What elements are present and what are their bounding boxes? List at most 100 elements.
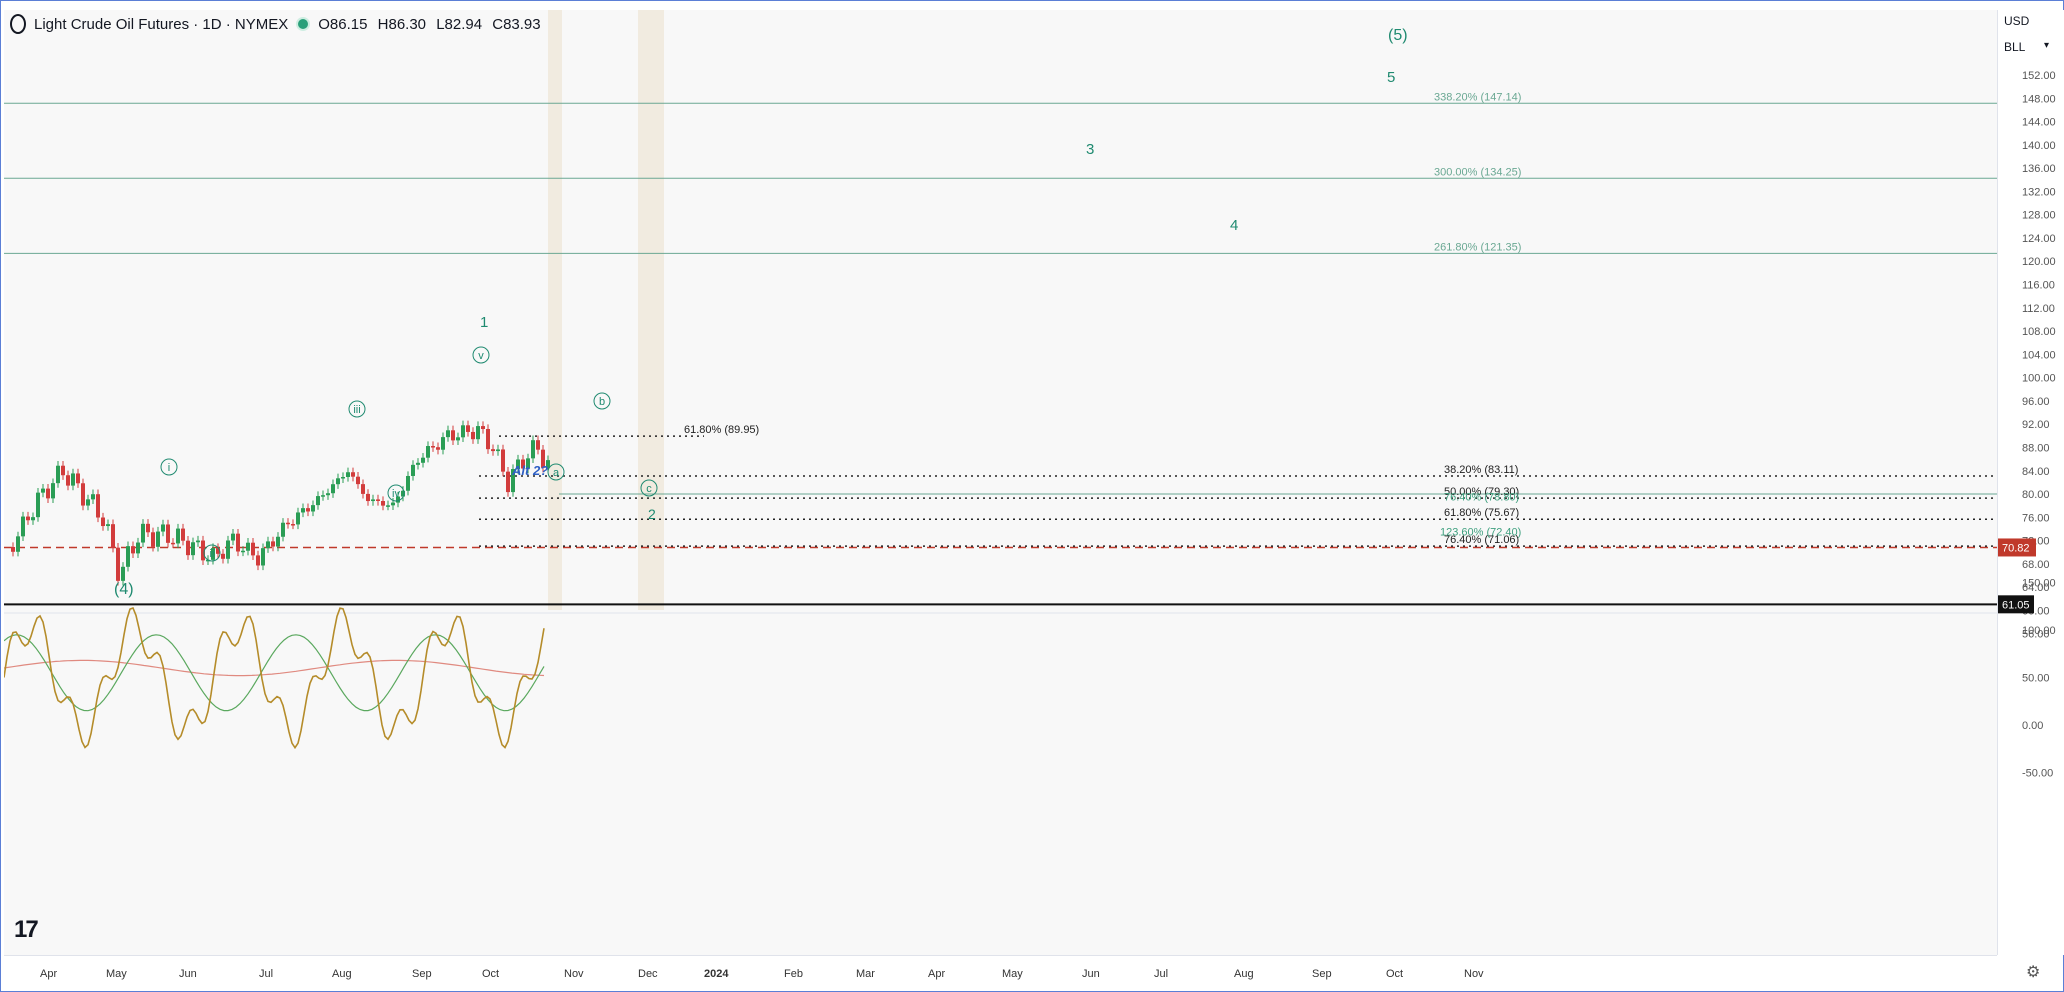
candle-body (146, 523, 150, 533)
price-chart-pane[interactable]: 338.20% (147.14) 300.00% (134.25) 261.80% … (3, 10, 1997, 955)
price-tick-label: 112.00 (2022, 303, 2055, 315)
candle-body (486, 429, 490, 450)
market-status-icon (296, 17, 311, 31)
oscillator-tick-label: 150.00 (2022, 578, 2056, 590)
price-tick-label: 96.00 (2022, 396, 2050, 408)
candle-body (436, 447, 440, 450)
price-tick-label: 116.00 (2022, 280, 2055, 292)
candle-body (141, 523, 145, 543)
ohlc-values: O86.15 H86.30 L82.94 C83.93 (318, 16, 546, 33)
candle-body (351, 472, 355, 477)
settings-gear-icon[interactable]: ⚙ (2026, 962, 2040, 982)
wave-label-wave_4: 4 (1230, 217, 1238, 234)
candle-body (346, 472, 350, 478)
price-tick-label: 92.00 (2022, 419, 2050, 431)
oscillator-tick-label: 0.00 (2022, 720, 2043, 732)
currency-label[interactable]: USD (2004, 14, 2029, 28)
candle-body (26, 516, 30, 521)
price-tick-label: 76.00 (2022, 512, 2050, 524)
candle-body (106, 524, 110, 527)
time-tick-label: Apr (928, 968, 945, 980)
time-tick-label: Sep (1312, 968, 1332, 980)
candle-body (491, 449, 495, 452)
candle-body (251, 542, 255, 556)
symbol-title[interactable]: Light Crude Oil Futures · 1D · NYMEX (34, 16, 288, 33)
time-axis[interactable]: Apr May Jun Jul Aug Sep Oct Nov Dec 2024 Feb Mar Apr… (4, 955, 1997, 986)
candle-body (421, 457, 425, 463)
candle-body (151, 532, 155, 547)
candle-body (331, 484, 335, 494)
candle-body (16, 536, 20, 552)
fib-label: 61.80% (89.95) (684, 424, 759, 436)
time-tick-label: 2024 (704, 968, 729, 980)
candle-body (381, 501, 385, 506)
time-tick-label: Jun (1082, 968, 1100, 980)
oscillator-signal-line (3, 659, 545, 677)
wave-label-wave_2: 2 (648, 506, 656, 522)
candle-body (71, 473, 75, 486)
candle-body (241, 550, 245, 553)
time-tick-label: Oct (1386, 968, 1403, 980)
candle-body (536, 440, 540, 450)
candle-body (81, 483, 85, 506)
price-tick-label: 144.00 (2022, 117, 2056, 129)
candle-body (46, 488, 50, 499)
candle-body (271, 541, 275, 547)
unit-label[interactable]: BLL (2004, 40, 2025, 54)
candlestick-series (11, 420, 550, 586)
candle-body (41, 488, 45, 493)
candle-body (441, 437, 445, 450)
candle-body (121, 566, 125, 581)
wave-label-sub_a: a (553, 467, 560, 479)
candle-body (426, 446, 430, 458)
candle-body (116, 547, 120, 581)
chevron-down-icon[interactable]: ▾ (2044, 40, 2049, 51)
time-tick-label: May (106, 968, 127, 980)
candle-body (506, 471, 510, 493)
high-value: H86.30 (377, 15, 427, 33)
candle-body (196, 540, 200, 543)
time-tick-label: Nov (1464, 968, 1484, 980)
candle-body (456, 437, 460, 441)
candle-body (101, 517, 105, 527)
time-tick-label: Aug (1234, 968, 1254, 980)
candle-body (451, 430, 455, 441)
candle-body (356, 476, 360, 485)
time-tick-label: Dec (638, 968, 658, 980)
price-tick-label: 152.00 (2022, 70, 2056, 82)
price-tick-label: 104.00 (2022, 349, 2056, 361)
candle-body (91, 494, 95, 500)
price-tick-label: 132.00 (2022, 186, 2056, 198)
candle-body (236, 533, 240, 552)
candle-body (156, 531, 160, 547)
candle-body (126, 546, 130, 567)
tradingview-logo-icon[interactable]: 17 (14, 916, 39, 944)
current-price-tag-label: 70.82 (2002, 542, 2030, 554)
candle-body (176, 528, 180, 544)
candle-body (471, 431, 475, 440)
candle-body (166, 524, 170, 543)
time-zone-shade (548, 10, 562, 610)
candle-body (326, 493, 330, 496)
time-tick-label: Sep (412, 968, 432, 980)
candle-body (286, 522, 290, 525)
candle-body (131, 546, 135, 554)
wave-label-minor_iii: iii (353, 404, 360, 416)
wave-label-wave_1: 1 (480, 314, 488, 331)
candle-body (361, 484, 365, 494)
candle-body (31, 517, 35, 521)
candle-body (431, 446, 435, 448)
candle-body (191, 542, 195, 556)
candle-body (301, 508, 305, 513)
price-chart-svg[interactable]: 338.20% (147.14)300.00% (134.25)261.80% … (3, 10, 1997, 955)
symbol-legend[interactable]: Light Crude Oil Futures · 1D · NYMEX O86… (10, 14, 547, 34)
fib-label: 76.40% (78.80) (1444, 492, 1519, 504)
price-tick-label: 128.00 (2022, 210, 2056, 222)
candle-body (311, 505, 315, 512)
candle-body (161, 524, 165, 532)
candle-body (306, 508, 310, 512)
fib-label: 300.00% (134.25) (1434, 166, 1521, 178)
time-tick-label: Nov (564, 968, 584, 980)
price-scale[interactable]: 152.00 148.00 144.00 140.00 136.00 132.00 128.… (1997, 10, 2064, 955)
candle-body (21, 516, 25, 537)
